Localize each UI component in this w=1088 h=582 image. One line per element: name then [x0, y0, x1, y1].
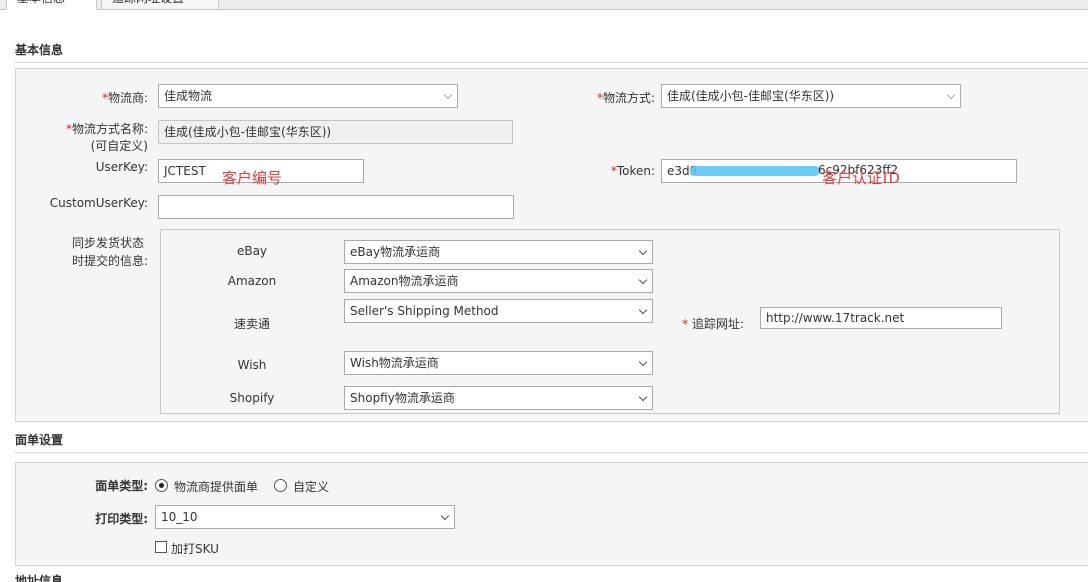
ebay-carrier-select[interactable]: eBay物流承运商 — [344, 240, 653, 264]
section-title-label: 面单设置 — [15, 433, 64, 447]
radio-custom-label[interactable] — [274, 479, 287, 492]
redaction-mark — [690, 166, 820, 176]
token-annotation: 客户认证ID — [822, 169, 900, 187]
custom-userkey-label: CustomUserKey: — [49, 196, 148, 210]
wish-carrier-select[interactable]: Wish物流承运商 — [344, 351, 653, 375]
chevron-down-icon — [638, 357, 648, 367]
method-label: *物流方式: — [596, 91, 655, 105]
chevron-down-icon — [638, 392, 648, 402]
section-divider — [15, 452, 1088, 453]
section-divider — [15, 62, 1088, 63]
tab-tracking-settings[interactable]: 追踪网址设置 — [101, 0, 219, 10]
section-title-address: 地址信息 — [15, 574, 64, 582]
sync-platform-wish: Wish — [237, 358, 267, 372]
section-title-basic: 基本信息 — [15, 43, 64, 57]
tracking-url-input[interactable]: http://www.17track.net — [760, 307, 1002, 329]
method-name-input[interactable]: 佳成(佳成小包-佳邮宝(华东区)) — [158, 120, 513, 144]
carrier-select[interactable]: 佳成物流 — [158, 84, 458, 108]
chevron-down-icon — [638, 305, 648, 315]
sync-platform-shopify: Shopify — [229, 391, 275, 405]
shopify-carrier-select[interactable]: Shopfiy物流承运商 — [344, 386, 653, 410]
sync-platform-amazon: Amazon — [227, 274, 277, 288]
token-label: *Token: — [610, 164, 655, 178]
sync-platform-aliexpress: 速卖通 — [233, 317, 270, 331]
chevron-down-icon — [638, 275, 648, 285]
userkey-label: UserKey: — [95, 160, 148, 174]
tracking-url-label: * 追踪网址: — [682, 317, 744, 331]
method-select[interactable]: 佳成(佳成小包-佳邮宝(华东区)) — [661, 84, 961, 108]
print-sku-checkbox[interactable] — [155, 541, 167, 553]
chevron-down-icon — [443, 90, 453, 100]
radio-custom-label-text: 自定义 — [293, 480, 330, 494]
method-name-sublabel: (可自定义) — [90, 139, 148, 153]
sync-label: 同步发货状态 — [71, 236, 144, 250]
chevron-down-icon — [638, 246, 648, 256]
carrier-label: *物流商: — [101, 91, 148, 105]
print-type-select[interactable]: 10_10 — [155, 505, 455, 529]
radio-carrier-label[interactable] — [155, 479, 168, 492]
print-type-label: 打印类型: — [95, 512, 148, 526]
chevron-down-icon — [946, 90, 956, 100]
userkey-annotation: 客户编号 — [222, 169, 283, 187]
tab-basic-info[interactable]: 基本信息 — [6, 0, 97, 10]
amazon-carrier-select[interactable]: Amazon物流承运商 — [344, 269, 653, 293]
sync-sublabel: 时提交的信息: — [71, 254, 148, 268]
custom-userkey-input[interactable] — [158, 195, 514, 219]
radio-carrier-label-text: 物流商提供面单 — [174, 480, 259, 494]
sync-platform-ebay: eBay — [236, 244, 268, 258]
label-type-label: 面单类型: — [95, 479, 148, 493]
aliexpress-carrier-select[interactable]: Seller's Shipping Method — [344, 299, 653, 323]
method-name-label: *物流方式名称: — [65, 122, 148, 136]
chevron-down-icon — [440, 511, 450, 521]
print-sku-label: 加打SKU — [171, 542, 219, 556]
